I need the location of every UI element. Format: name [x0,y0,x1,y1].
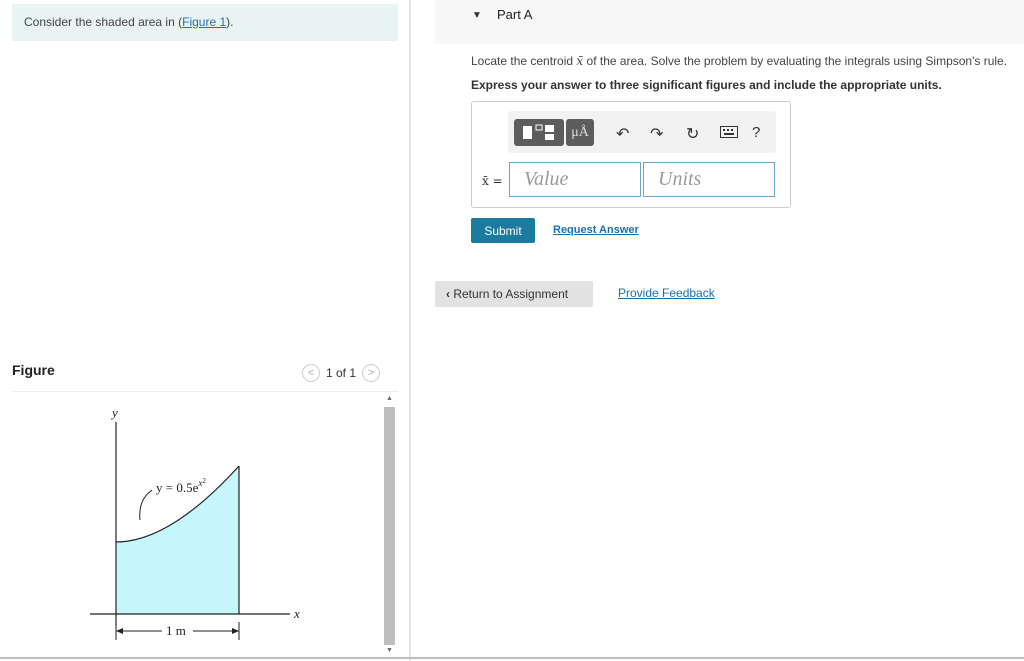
answer-label: x̄ = [482,174,503,188]
x-axis-label: x [293,606,300,621]
pager-text: 1 of 1 [326,366,357,380]
collapse-triangle-icon[interactable]: ▼ [472,10,482,21]
scroll-thumb[interactable] [384,407,395,645]
figure-pager: < 1 of 1 > [302,364,381,382]
question-text: Locate the centroid x̄ of the area. Solv… [471,54,1008,68]
math-toolbar: μÅ ↶ ↷ ↻ ? [508,111,776,153]
prev-figure-button[interactable]: < [302,364,320,382]
value-input[interactable] [509,162,641,197]
keyboard-icon[interactable] [720,125,738,143]
help-icon[interactable]: ? [752,124,760,141]
submit-button[interactable]: Submit [471,218,535,243]
figure-scrollbar[interactable]: ▲ ▼ [383,395,396,657]
answer-box: μÅ ↶ ↷ ↻ ? x̄ = [471,101,791,208]
scroll-down-icon[interactable]: ▼ [383,647,396,657]
figure-header: Figure [12,362,55,378]
chevron-left-icon: < [307,367,315,379]
reset-icon[interactable]: ↻ [686,124,699,144]
templates-icon [523,124,554,140]
dimension-label: 1 m [166,623,186,638]
units-input[interactable] [643,162,775,197]
scroll-up-icon[interactable]: ▲ [383,395,396,405]
undo-icon[interactable]: ↶ [616,124,629,144]
dimension-arrow-right [232,628,239,634]
instruction-text: Express your answer to three significant… [471,78,942,92]
templates-button[interactable] [514,119,564,146]
units-symbol-button[interactable]: μÅ [566,119,594,146]
figure-diagram: y x y = 0.5ex2 1 m [90,405,300,640]
chevron-right-icon: > [367,367,375,379]
next-figure-button[interactable]: > [362,364,381,382]
y-axis-label: y [110,405,118,420]
left-panel: Consider the shaded area in (Figure 1). … [0,0,410,661]
leader-line [139,489,153,521]
part-a-header[interactable]: ▼ Part A [435,0,1024,44]
return-to-assignment-button[interactable]: ‹ Return to Assignment [435,281,593,307]
redo-icon[interactable]: ↷ [650,124,663,144]
curve-label: y = 0.5ex2 [156,477,206,495]
right-panel: ▼ Part A Locate the centroid x̄ of the a… [411,0,1024,661]
request-answer-link[interactable]: Request Answer [553,224,639,236]
figure-separator [12,391,398,392]
problem-prompt: Consider the shaded area in (Figure 1). [12,4,398,41]
figure-link[interactable]: Figure 1 [182,15,226,29]
bottom-border [0,657,1024,659]
chevron-left-icon: ‹ [446,287,450,301]
dimension-arrow-left [116,628,123,634]
part-title: Part A [497,7,533,22]
provide-feedback-link[interactable]: Provide Feedback [618,286,715,300]
